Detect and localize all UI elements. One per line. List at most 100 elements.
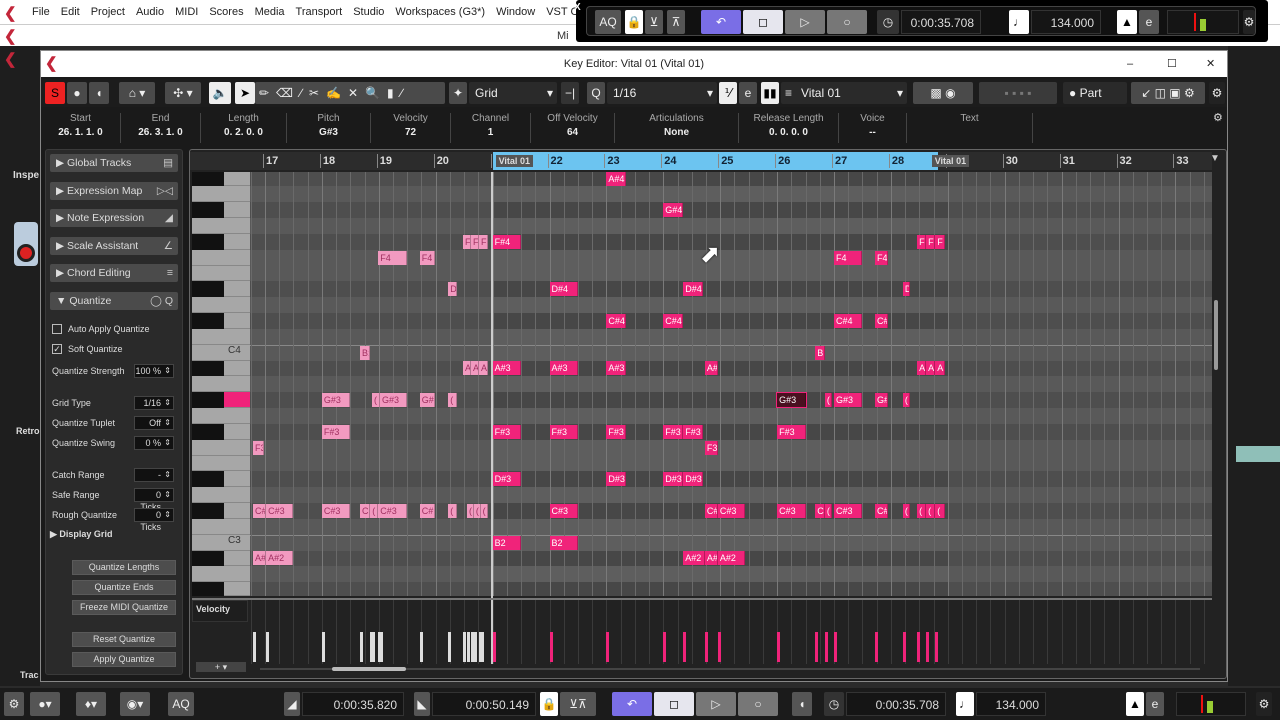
section-icon[interactable]: ◯ Q — [150, 292, 173, 310]
reset-quantize-button[interactable]: Reset Quantize — [72, 632, 176, 647]
quantize-icon[interactable]: Q — [587, 82, 605, 104]
tool-palette[interactable]: ✏⌫∕✂✍✕🔍▮∕ — [255, 82, 445, 104]
record-mode-icon[interactable]: ●▾ — [30, 692, 60, 716]
lock-icon[interactable]: 🔒 — [625, 10, 643, 34]
menu-scores[interactable]: Scores — [209, 6, 243, 18]
insert-velocity-icon[interactable]: ✣ ▾ — [165, 82, 201, 104]
info-field-start[interactable]: Start 26. 1. 1. 0 — [41, 113, 121, 143]
section-icon[interactable]: ≡ — [167, 264, 173, 282]
cycle-button[interactable]: ↶ — [612, 692, 652, 716]
edit-icon[interactable]: e — [739, 82, 757, 104]
metronome-icon[interactable]: ▲ — [1117, 10, 1137, 34]
gear-icon[interactable]: ⚙ — [1256, 692, 1272, 716]
auto-quantize-button[interactable]: AQ — [595, 10, 621, 34]
midi-mode-icon[interactable]: ◉▾ — [120, 692, 150, 716]
catch-range-field[interactable]: - — [134, 468, 174, 482]
part-selector-dropdown[interactable]: ≡ Vital 01 ▾ — [781, 82, 907, 104]
right-locator-field[interactable]: 0:00:50.149 — [432, 692, 536, 716]
gear-icon[interactable]: ⚙ — [1209, 82, 1225, 104]
section-note-expression[interactable]: ▶ Note Expression ◢ — [50, 209, 178, 227]
punch-in-icon[interactable]: ⊻ — [645, 10, 663, 34]
quantize-tuplet-field[interactable]: Off — [134, 416, 174, 430]
record-button[interactable]: ○ — [827, 10, 867, 34]
info-field-articulations[interactable]: Articulations None — [615, 113, 739, 143]
cycle-button[interactable]: ↶ — [701, 10, 741, 34]
quantize-lengths-icon[interactable]: ⅟ — [719, 82, 737, 104]
info-value[interactable]: 26. 1. 1. 0 — [41, 127, 120, 138]
time-display[interactable]: 0:00:35.708 — [901, 10, 981, 34]
menu-workspaces-g-[interactable]: Workspaces (G3*) — [395, 6, 485, 18]
section-scale-assistant[interactable]: ▶ Scale Assistant ∠ — [50, 236, 178, 255]
info-value[interactable]: 64 — [531, 127, 614, 138]
menu-media[interactable]: Media — [255, 6, 285, 18]
quantize-lengths-button[interactable]: Quantize Lengths — [72, 560, 176, 575]
gear-icon[interactable]: ⚙ — [1243, 10, 1255, 34]
lock-icon[interactable]: 🔒 — [540, 692, 558, 716]
record-enable-button[interactable] — [14, 222, 38, 266]
retrospective-record-icon[interactable]: ◖ — [89, 82, 109, 104]
info-field-pitch[interactable]: Pitch G#3 — [287, 113, 371, 143]
menu-edit[interactable]: Edit — [61, 6, 80, 18]
close-transport-button[interactable]: X — [574, 2, 581, 13]
record-in-editor-icon[interactable]: ● — [67, 82, 87, 104]
window-layout-icons[interactable]: ↙ ◫ ▣ ⚙ — [1131, 82, 1205, 104]
menu-file[interactable]: File — [32, 6, 50, 18]
stop-button[interactable]: ◻ — [654, 692, 694, 716]
section-icon[interactable]: ▤ — [163, 154, 173, 172]
info-value[interactable]: 26. 3. 1. 0 — [121, 127, 200, 138]
info-field-off-velocity[interactable]: Off Velocity 64 — [531, 113, 615, 143]
menu-window[interactable]: Window — [496, 6, 535, 18]
section-icon[interactable]: ▷◁ — [157, 182, 173, 200]
apply-quantize-button[interactable]: Apply Quantize — [72, 652, 176, 667]
info-field-release-length[interactable]: Release Length 0. 0. 0. 0 — [739, 113, 839, 143]
maximize-button[interactable]: ☐ — [1167, 51, 1177, 77]
precount-icon[interactable]: e — [1146, 692, 1164, 716]
section-global-tracks[interactable]: ▶ Global Tracks ▤ — [50, 154, 178, 172]
precount-icon[interactable]: e — [1139, 10, 1159, 34]
metronome-icon[interactable]: ▲ — [1126, 692, 1144, 716]
play-button[interactable]: ▷ — [696, 692, 736, 716]
info-field-end[interactable]: End 26. 3. 1. 0 — [121, 113, 201, 143]
info-value[interactable]: None — [615, 127, 738, 138]
record-button[interactable]: ○ — [738, 692, 778, 716]
autoscroll-icon[interactable]: ⌂ ▾ — [119, 82, 155, 104]
object-selection-tool-icon[interactable]: ➤ — [235, 82, 255, 104]
punch-out-icon[interactable]: ⊼ — [667, 10, 685, 34]
menu-midi[interactable]: MIDI — [175, 6, 198, 18]
time-display[interactable]: 0:00:35.708 — [846, 692, 946, 716]
follow-icon[interactable]: ◖ — [792, 692, 812, 716]
section-quantize[interactable]: ▼ Quantize ◯ Q — [50, 291, 178, 310]
info-field-voice[interactable]: Voice -- — [839, 113, 907, 143]
info-field-text[interactable]: Text — [907, 113, 1033, 143]
info-value[interactable]: -- — [839, 127, 906, 138]
section-chord-editing[interactable]: ▶ Chord Editing ≡ — [50, 264, 178, 282]
auto-quantize-button[interactable]: AQ — [168, 692, 194, 716]
menu-transport[interactable]: Transport — [296, 6, 343, 18]
part-button[interactable]: ● Part — [1063, 82, 1127, 104]
snap-icon[interactable]: ✦ — [449, 82, 467, 104]
auto_apply-checkbox[interactable] — [52, 324, 62, 334]
snap-type-dropdown[interactable]: Grid ▾ — [469, 82, 557, 104]
info-value[interactable]: G#3 — [287, 127, 370, 138]
tempo-display[interactable]: 134.000 — [1031, 10, 1101, 34]
grid-type-field[interactable]: 1/16 — [134, 396, 174, 410]
soft_quantize-checkbox[interactable]: ✓ — [52, 344, 62, 354]
settings-icon[interactable]: ⚙ — [4, 692, 24, 716]
safe-range-field[interactable]: 0 Ticks — [134, 488, 174, 512]
stop-button[interactable]: ◻ — [743, 10, 783, 34]
info-field-velocity[interactable]: Velocity 72 — [371, 113, 451, 143]
left-locator-field[interactable]: 0:00:35.820 — [302, 692, 404, 716]
menu-audio[interactable]: Audio — [136, 6, 164, 18]
menu-project[interactable]: Project — [91, 6, 125, 18]
quantize-swing-field[interactable]: 0 % — [134, 436, 174, 450]
section-expression-map[interactable]: ▶ Expression Map ▷◁ — [50, 181, 178, 200]
punch-icons[interactable]: ⊻⊼ — [560, 692, 596, 716]
section-icon[interactable]: ∠ — [164, 237, 173, 255]
snap-to-zero-icon[interactable]: −| — [561, 82, 579, 104]
info-value[interactable]: 0. 2. 0. 0 — [201, 127, 286, 138]
audio-mode-icon[interactable]: ♦▾ — [76, 692, 106, 716]
gear-icon[interactable]: ⚙ — [1213, 111, 1223, 124]
section-icon[interactable]: ◢ — [165, 209, 173, 227]
info-field-length[interactable]: Length 0. 2. 0. 0 — [201, 113, 287, 143]
close-button[interactable]: ✕ — [1206, 51, 1215, 77]
